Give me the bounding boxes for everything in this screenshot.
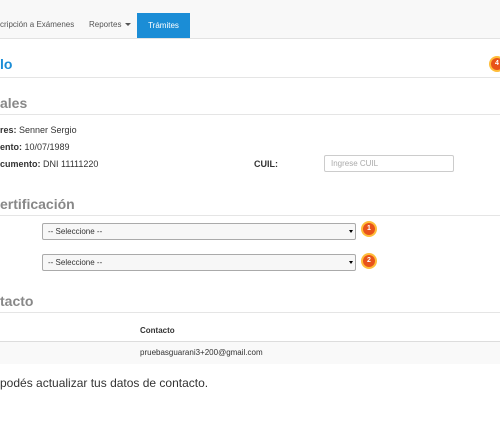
tab-reportes[interactable]: Reportes bbox=[89, 12, 132, 38]
table-row: pruebasguarani3+200@gmail.com bbox=[0, 341, 500, 364]
help-badge-4[interactable]: 4 bbox=[491, 58, 500, 70]
cuil-label: CUIL: bbox=[254, 159, 278, 169]
tab-tramites[interactable]: Trámites bbox=[137, 13, 190, 38]
section-certificacion: ertificación bbox=[0, 196, 75, 212]
divider bbox=[0, 215, 500, 216]
nombres-field: res: Senner Sergio bbox=[0, 125, 77, 135]
section-datos-personales: ales bbox=[0, 95, 28, 111]
dropdown-arrow-icon bbox=[349, 261, 353, 264]
help-badge-2[interactable]: 2 bbox=[363, 255, 375, 267]
documento-label: cumento: bbox=[0, 159, 41, 169]
contacto-note: podés actualizar tus datos de contacto. bbox=[0, 376, 209, 390]
cuil-input[interactable] bbox=[324, 155, 454, 172]
nacimiento-label: ento: bbox=[0, 142, 22, 152]
contacto-column-header: Contacto bbox=[140, 326, 175, 335]
page-title: lo bbox=[0, 56, 13, 72]
divider bbox=[0, 77, 500, 78]
tab-reportes-label: Reportes bbox=[89, 20, 122, 29]
dropdown-arrow-icon bbox=[349, 230, 353, 233]
divider bbox=[0, 312, 500, 313]
section-contacto: tacto bbox=[0, 293, 34, 309]
contacto-email: pruebasguarani3+200@gmail.com bbox=[140, 348, 263, 357]
nacimiento-field: ento: 10/07/1989 bbox=[0, 142, 70, 152]
certificacion-select-2[interactable]: -- Seleccione -- bbox=[42, 254, 356, 271]
documento-field: cumento: DNI 11111220 bbox=[0, 159, 98, 169]
top-navbar: cripción a Exámenes Reportes Trámites bbox=[0, 0, 500, 39]
nacimiento-value: 10/07/1989 bbox=[24, 142, 70, 152]
select-2-value: -- Seleccione -- bbox=[48, 258, 103, 267]
documento-value: DNI 11111220 bbox=[43, 159, 99, 169]
nombres-label: res: bbox=[0, 125, 17, 135]
help-badge-1[interactable]: 1 bbox=[363, 223, 375, 235]
nombres-value: Senner Sergio bbox=[19, 125, 77, 135]
certificacion-select-1[interactable]: -- Seleccione -- bbox=[42, 223, 356, 240]
chevron-down-icon bbox=[125, 23, 132, 27]
divider bbox=[0, 114, 500, 115]
tab-inscripcion-examenes[interactable]: cripción a Exámenes bbox=[0, 12, 74, 38]
select-1-value: -- Seleccione -- bbox=[48, 227, 103, 236]
